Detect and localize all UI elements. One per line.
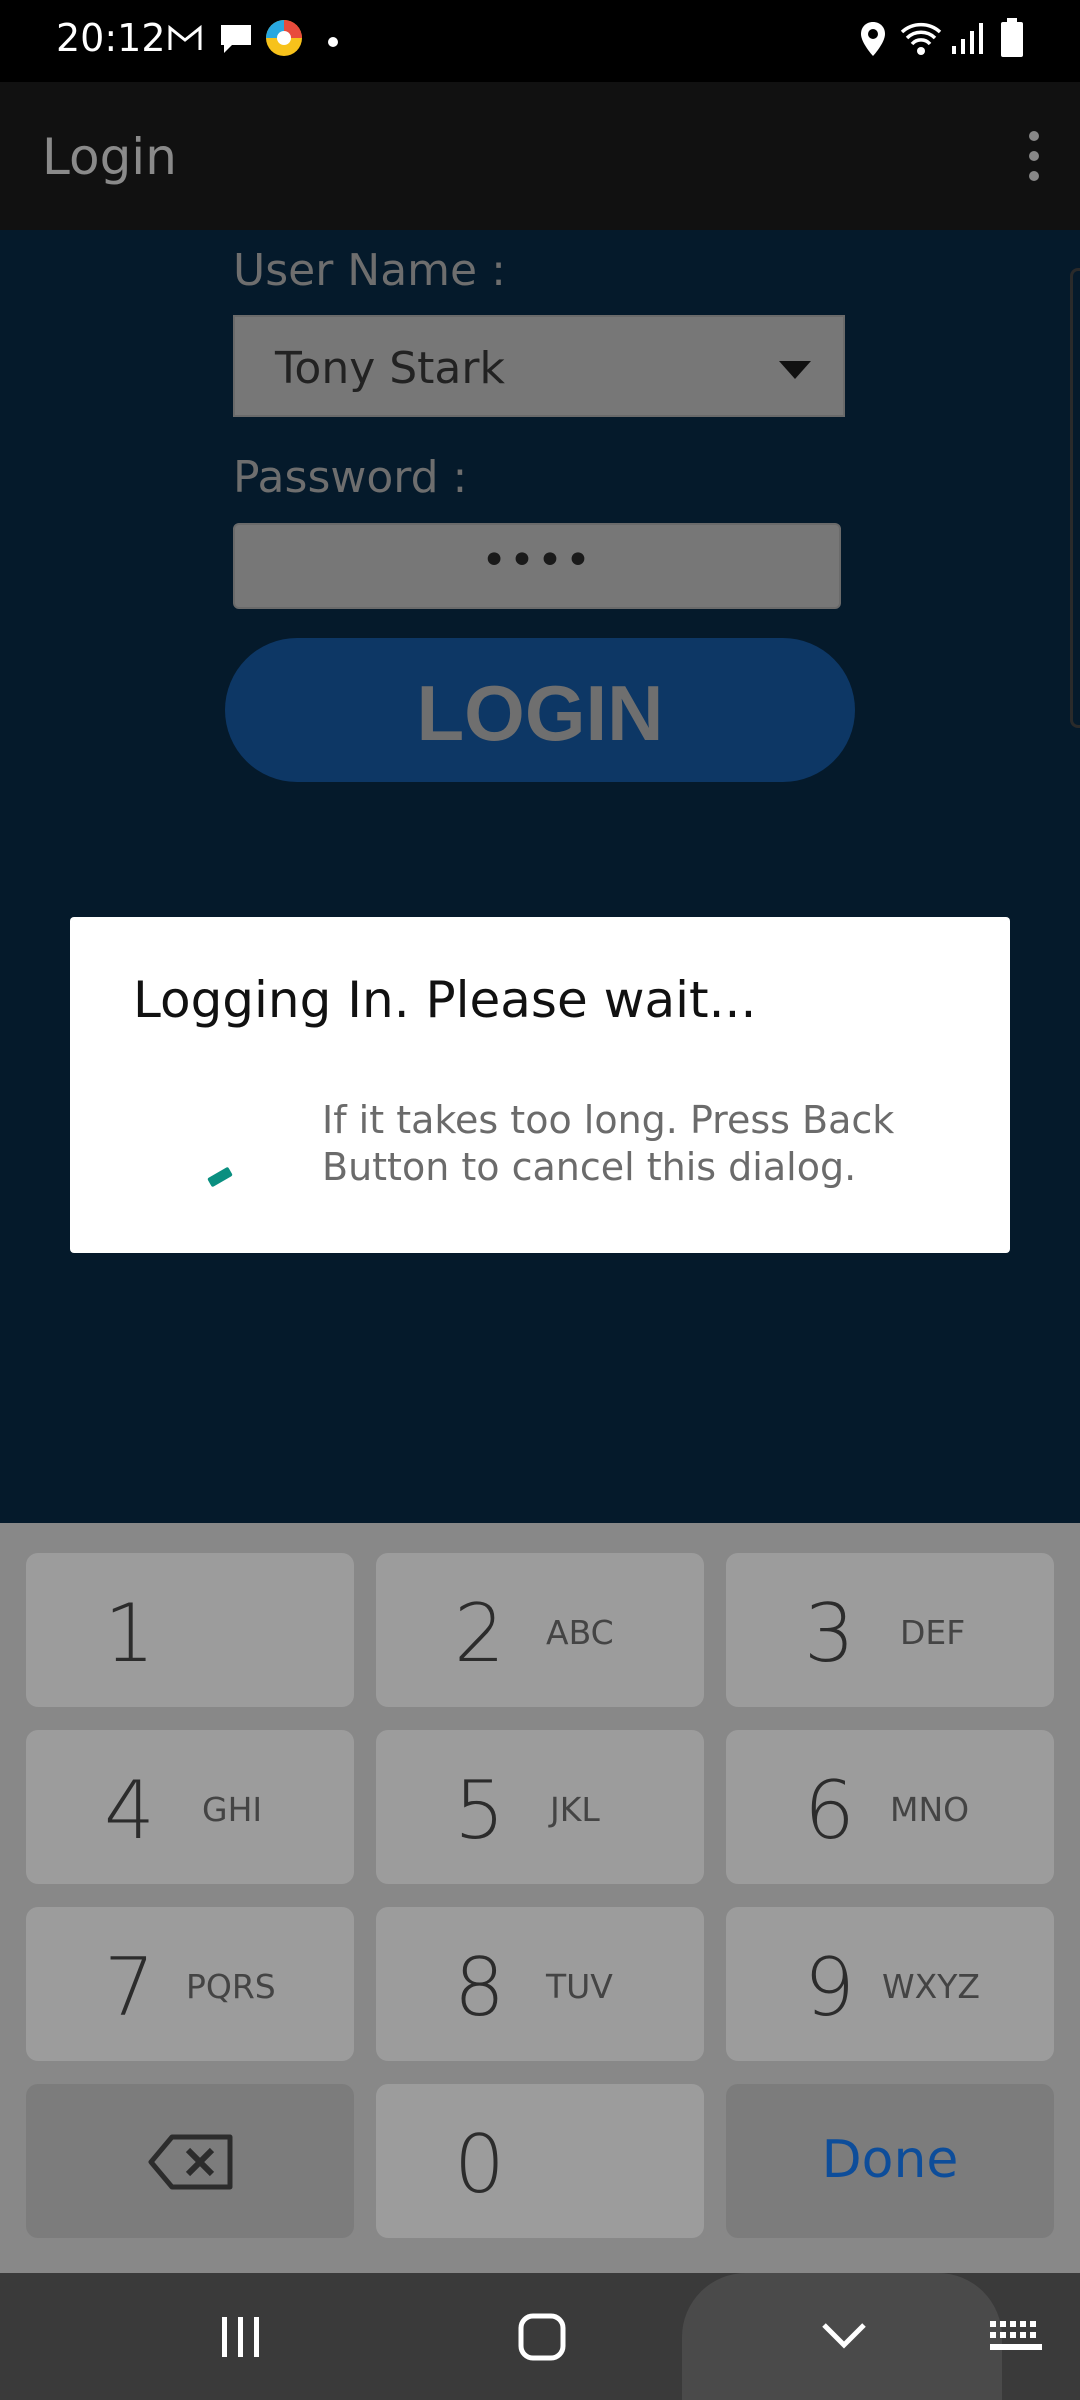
backspace-key[interactable] bbox=[26, 2084, 354, 2238]
key-digit: 3 bbox=[804, 1587, 855, 1680]
key-6[interactable]: 6 MNO bbox=[726, 1730, 1054, 1884]
key-7[interactable]: 7 PQRS bbox=[26, 1907, 354, 2061]
password-field[interactable]: •••• bbox=[233, 523, 841, 609]
app-bar: Login bbox=[0, 82, 1080, 230]
more-options-icon[interactable] bbox=[1022, 128, 1046, 184]
battery-icon bbox=[1000, 18, 1024, 63]
wifi-icon bbox=[898, 20, 944, 63]
key-8[interactable]: 8 TUV bbox=[376, 1907, 704, 2061]
key-letters: ABC bbox=[546, 1613, 614, 1652]
chevron-down-icon[interactable] bbox=[820, 2321, 868, 2356]
key-4[interactable]: 4 GHI bbox=[26, 1730, 354, 1884]
password-label: Password : bbox=[233, 452, 468, 503]
app-title: Login bbox=[42, 128, 177, 186]
key-1[interactable]: 1 bbox=[26, 1553, 354, 1707]
login-form: User Name : Tony Stark Password : •••• L… bbox=[0, 230, 1080, 1523]
key-5[interactable]: 5 JKL bbox=[376, 1730, 704, 1884]
key-letters: PQRS bbox=[186, 1967, 276, 2006]
key-2[interactable]: 2 ABC bbox=[376, 1553, 704, 1707]
numeric-keyboard: 1 2 ABC 3 DEF 4 GHI 5 JKL 6 MNO 7 PQRS 8… bbox=[0, 1523, 1080, 2273]
progress-spinner-icon bbox=[207, 1166, 233, 1188]
dialog-title: Logging In. Please wait... bbox=[133, 971, 757, 1029]
gmail-icon bbox=[168, 24, 202, 57]
key-3[interactable]: 3 DEF bbox=[726, 1553, 1054, 1707]
status-bar: 20:12 bbox=[0, 0, 1080, 82]
key-digit: 9 bbox=[804, 1941, 855, 2034]
progress-dialog: Logging In. Please wait... If it takes t… bbox=[70, 917, 1010, 1253]
message-icon bbox=[218, 22, 254, 61]
done-label: Done bbox=[821, 2130, 959, 2190]
login-button-label: LOGIN bbox=[416, 669, 664, 757]
key-digit: 8 bbox=[454, 1941, 505, 2034]
key-digit: 4 bbox=[104, 1764, 155, 1857]
key-letters: WXYZ bbox=[882, 1967, 981, 2006]
username-label: User Name : bbox=[233, 245, 506, 296]
backspace-icon bbox=[148, 2134, 234, 2195]
navigation-bar bbox=[0, 2273, 1080, 2400]
location-icon bbox=[858, 20, 888, 63]
scrollbar bbox=[1070, 268, 1080, 728]
key-digit: 7 bbox=[104, 1941, 155, 2034]
dot-icon bbox=[328, 34, 338, 52]
login-button[interactable]: LOGIN bbox=[225, 638, 855, 782]
username-dropdown[interactable]: Tony Stark bbox=[233, 315, 845, 417]
password-value: •••• bbox=[481, 535, 593, 586]
key-digit: 6 bbox=[804, 1764, 855, 1857]
key-digit: 2 bbox=[454, 1587, 505, 1680]
status-time: 20:12 bbox=[56, 16, 166, 60]
key-digit: 1 bbox=[104, 1587, 155, 1680]
key-digit: 5 bbox=[454, 1764, 505, 1857]
key-0[interactable]: 0 bbox=[376, 2084, 704, 2238]
app-icon bbox=[264, 18, 304, 63]
key-9[interactable]: 9 WXYZ bbox=[726, 1907, 1054, 2061]
key-letters: MNO bbox=[890, 1790, 970, 1829]
key-letters: GHI bbox=[202, 1790, 263, 1829]
keyboard-icon[interactable] bbox=[988, 2319, 1044, 2360]
done-key[interactable]: Done bbox=[726, 2084, 1054, 2238]
username-value: Tony Stark bbox=[275, 343, 505, 394]
home-icon[interactable] bbox=[518, 2313, 566, 2366]
key-letters: TUV bbox=[546, 1967, 613, 2006]
key-letters: JKL bbox=[550, 1790, 600, 1829]
dialog-message: If it takes too long. Press Back Button … bbox=[322, 1098, 895, 1189]
signal-icon bbox=[950, 20, 986, 61]
key-letters: DEF bbox=[900, 1613, 966, 1652]
key-digit: 0 bbox=[454, 2118, 505, 2211]
recent-apps-icon[interactable] bbox=[220, 2315, 262, 2364]
chevron-down-icon bbox=[779, 361, 811, 379]
